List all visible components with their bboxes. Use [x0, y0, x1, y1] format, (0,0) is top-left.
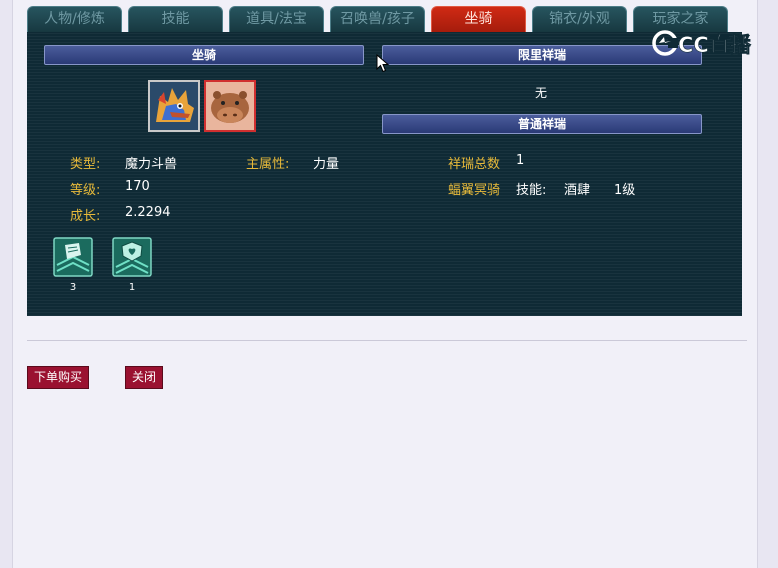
buy-button[interactable]: 下单购买	[27, 366, 89, 389]
mount-skill-2-count: 1	[128, 282, 136, 293]
tab-mount[interactable]: 坐骑	[431, 6, 526, 32]
cc-live-watermark: CC直播	[652, 30, 752, 57]
limited-xiangrui-value: 无	[535, 86, 548, 100]
tab-skills[interactable]: 技能	[128, 6, 223, 32]
tab-summons[interactable]: 召唤兽/孩子	[330, 6, 425, 32]
xiangrui-skill-level: 1级	[614, 183, 636, 198]
mount-skill-1-count: 3	[69, 282, 77, 293]
xiangrui-item-name: 蝠翼冥骑	[448, 183, 501, 198]
svg-text:CC直播: CC直播	[678, 33, 752, 57]
tab-outfit[interactable]: 锦衣/外观	[532, 6, 627, 32]
main-attr-label: 主属性:	[246, 157, 290, 172]
close-button[interactable]: 关闭	[125, 366, 163, 389]
tab-items[interactable]: 道具/法宝	[229, 6, 324, 32]
scroll-skill-icon	[53, 237, 93, 277]
tab-character[interactable]: 人物/修炼	[27, 6, 122, 32]
mount-slot-hippo[interactable]	[204, 80, 256, 132]
type-label: 类型:	[70, 157, 101, 172]
level-value: 170	[125, 179, 150, 194]
type-value: 魔力斗兽	[125, 157, 178, 172]
growth-value: 2.2294	[125, 205, 171, 220]
left-page-edge	[0, 0, 13, 568]
growth-label: 成长:	[70, 209, 101, 224]
xiangrui-total-label: 祥瑞总数	[448, 157, 501, 172]
hippo-mount-icon	[206, 82, 254, 130]
level-label: 等级:	[70, 183, 101, 198]
right-scrollbar[interactable]	[757, 0, 778, 568]
divider	[27, 340, 747, 341]
mount-section-header: 坐骑	[44, 45, 364, 65]
normal-xiangrui-header: 普通祥瑞	[382, 114, 702, 134]
xiangrui-total-value: 1	[516, 153, 525, 168]
xiangrui-skill-name: 酒肆	[564, 183, 591, 198]
mount-skill-1[interactable]	[53, 237, 93, 277]
mount-skill-2[interactable]	[112, 237, 152, 277]
mount-panel: 坐骑 限里祥瑞 无 普通祥瑞 类型: 魔力斗兽 主属性: 力量 祥瑞总数 1 等…	[27, 32, 742, 316]
mount-slot-dragon[interactable]	[148, 80, 200, 132]
main-attr-value: 力量	[313, 157, 340, 172]
mouse-pointer-icon	[376, 54, 390, 73]
xiangrui-skill-label: 技能:	[516, 183, 547, 198]
shield-skill-icon	[112, 237, 152, 277]
dragon-mount-icon	[150, 82, 198, 130]
